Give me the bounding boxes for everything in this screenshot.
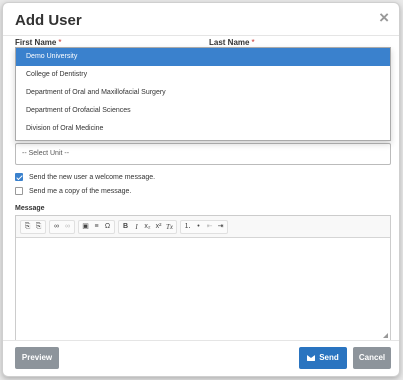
cancel-button[interactable]: Cancel <box>353 347 391 369</box>
paste-text-icon[interactable]: ⎘ <box>33 221 44 233</box>
dropdown-option[interactable]: College of Dentistry <box>16 66 390 84</box>
subscript-icon[interactable]: x₂ <box>142 221 153 233</box>
unlink-icon[interactable]: ∞ <box>62 221 73 233</box>
italic-icon[interactable]: I <box>131 221 142 233</box>
send-button-label: Send <box>319 353 339 362</box>
dropdown-option[interactable]: Division of Oral Medicine <box>16 120 390 138</box>
superscript-icon[interactable]: x² <box>153 221 164 233</box>
message-label: Message <box>15 205 45 212</box>
paste-icon[interactable]: ⎘ <box>22 221 33 233</box>
clear-format-icon[interactable]: Tx <box>164 221 175 233</box>
link-icon[interactable]: ∞ <box>51 221 62 233</box>
welcome-message-option[interactable]: Send the new user a welcome message. <box>15 171 155 183</box>
header-divider <box>3 35 399 36</box>
modal-title: Add User <box>15 12 82 29</box>
preview-button[interactable]: Preview <box>15 347 59 369</box>
first-name-label: First Name * <box>15 38 62 47</box>
copy-message-checkbox[interactable] <box>15 187 23 195</box>
dropdown-option[interactable]: Demo University <box>16 48 390 66</box>
toolbar-group-format: B I x₂ x² Tx <box>118 219 177 234</box>
numbered-list-icon[interactable]: ⒈ <box>182 221 193 233</box>
dropdown-option[interactable]: Department of Orofacial Sciences <box>16 102 390 120</box>
outdent-icon[interactable]: ⇤ <box>204 221 215 233</box>
editor-toolbar: ⎘ ⎘ ∞ ∞ ▣ ≡ Ω B I x₂ x² Tx ⒈ • ⇤ ⇥ <box>16 216 390 238</box>
toolbar-group-links: ∞ ∞ <box>49 219 75 234</box>
send-button[interactable]: Send <box>299 347 347 369</box>
horizontal-line-icon[interactable]: ≡ <box>91 221 102 233</box>
bold-icon[interactable]: B <box>120 221 131 233</box>
editor-body[interactable] <box>16 238 390 338</box>
envelope-icon <box>307 355 316 361</box>
welcome-message-checkbox[interactable] <box>15 173 23 181</box>
message-editor[interactable]: ⎘ ⎘ ∞ ∞ ▣ ≡ Ω B I x₂ x² Tx ⒈ • ⇤ ⇥ <box>15 215 391 341</box>
add-user-modal: Add User × First Name * Last Name * Demo U… <box>2 2 400 377</box>
footer-divider <box>3 340 399 341</box>
bulleted-list-icon[interactable]: • <box>193 221 204 233</box>
toolbar-group-insert: ▣ ≡ Ω <box>78 219 115 234</box>
toolbar-group-lists: ⒈ • ⇤ ⇥ <box>180 219 228 234</box>
dropdown-option[interactable]: Department of Oral and Maxillofacial Sur… <box>16 84 390 102</box>
organization-dropdown[interactable]: Demo University College of Dentistry Dep… <box>15 47 391 141</box>
copy-message-option[interactable]: Send me a copy of the message. <box>15 185 131 197</box>
resize-grip-icon[interactable] <box>383 333 388 338</box>
special-char-icon[interactable]: Ω <box>102 221 113 233</box>
indent-icon[interactable]: ⇥ <box>215 221 226 233</box>
required-marker: * <box>58 38 62 47</box>
copy-message-label: Send me a copy of the message. <box>29 187 132 195</box>
welcome-message-label: Send the new user a welcome message. <box>29 173 156 181</box>
image-icon[interactable]: ▣ <box>80 221 91 233</box>
unit-select[interactable]: -- Select Unit -- <box>15 143 391 165</box>
close-icon[interactable]: × <box>379 8 389 28</box>
last-name-label: Last Name * <box>209 38 255 47</box>
toolbar-group-clipboard: ⎘ ⎘ <box>20 219 46 234</box>
required-marker: * <box>251 38 255 47</box>
